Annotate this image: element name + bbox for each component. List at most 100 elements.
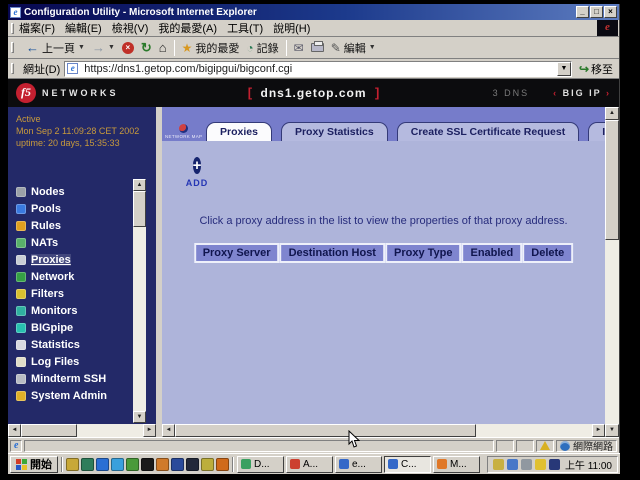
task-button-5[interactable]: M...: [433, 456, 480, 473]
tab-strip: NETWORK MAP Proxies Proxy Statistics Creat…: [162, 107, 605, 141]
scroll-thumb[interactable]: [21, 424, 77, 437]
main-frame: NETWORK MAP Proxies Proxy Statistics Creat…: [156, 107, 605, 437]
quick-launch-icon-8[interactable]: [171, 458, 184, 471]
quick-launch-icon-9[interactable]: [186, 458, 199, 471]
scroll-track[interactable]: [605, 240, 619, 424]
ime-icon[interactable]: [549, 459, 560, 470]
quick-launch-icon-4[interactable]: [111, 458, 124, 471]
start-button[interactable]: 開始: [10, 456, 58, 473]
forward-dropdown-caret[interactable]: ▼: [108, 44, 115, 51]
task-button-1[interactable]: D...: [237, 456, 284, 473]
link-3dns[interactable]: 3 DNS: [493, 88, 530, 98]
scroll-track[interactable]: [476, 424, 592, 437]
volume-icon[interactable]: [493, 459, 504, 470]
f5-logo: f5 NETWORKS: [16, 83, 176, 103]
scroll-thumb[interactable]: [175, 424, 476, 437]
scroll-up-icon[interactable]: ▲: [605, 107, 619, 120]
nodes-icon: [16, 187, 26, 197]
scroll-left-icon[interactable]: ◄: [162, 424, 175, 437]
scroll-right-icon[interactable]: ►: [592, 424, 605, 437]
task-button-2[interactable]: A...: [286, 456, 333, 473]
column-proxy-type: Proxy Type: [385, 243, 462, 263]
tab-proxies[interactable]: Proxies: [206, 122, 272, 141]
add-proxy-button[interactable]: + ADD: [180, 155, 214, 188]
edit-button[interactable]: ✎ 編輯 ▼: [331, 40, 376, 56]
url-text[interactable]: https://dns1.getop.com/bigipgui/bigconf.…: [84, 63, 557, 75]
favorites-button[interactable]: ★ 我的最愛: [182, 40, 240, 56]
taskbar-clock[interactable]: 上午 11:00: [565, 457, 612, 472]
tab-create-ssl-certificate-request[interactable]: Create SSL Certificate Request: [397, 122, 579, 141]
task-icon-1: [241, 459, 251, 469]
address-dropdown-button[interactable]: ▼: [557, 62, 571, 76]
column-delete: Delete: [522, 243, 573, 263]
scroll-thumb[interactable]: [133, 191, 146, 227]
bigpipe-icon: [16, 323, 26, 333]
scroll-down-icon[interactable]: ▼: [133, 411, 146, 423]
title-bar: e Configuration Utility - Microsoft Inte…: [8, 4, 619, 20]
pools-icon: [16, 204, 26, 214]
menu-item-edit[interactable]: 編輯(E): [65, 20, 102, 36]
quick-launch-icon-6[interactable]: [141, 458, 154, 471]
link-bigip[interactable]: ‹ BIG IP ›: [553, 88, 611, 98]
address-grip[interactable]: [11, 63, 14, 74]
menu-item-favorites[interactable]: 我的最愛(A): [158, 20, 217, 36]
address-bar: 網址(D) e https://dns1.getop.com/bigipgui/…: [8, 59, 619, 79]
edit-dropdown-caret[interactable]: ▼: [369, 44, 376, 51]
task-button-3[interactable]: e...: [335, 456, 382, 473]
go-button[interactable]: ↪ 移至: [576, 61, 616, 77]
quick-launch-icon-7[interactable]: [156, 458, 169, 471]
forward-button[interactable]: → ▼: [92, 40, 115, 55]
screen: e Configuration Utility - Microsoft Inte…: [0, 0, 640, 480]
url-page-icon: e: [67, 63, 78, 74]
sidebar-horizontal-scrollbar[interactable]: ◄ ►: [8, 424, 156, 437]
quick-launch-icon-1[interactable]: [66, 458, 79, 471]
task-icon-2: [290, 459, 300, 469]
scroll-track[interactable]: [133, 227, 146, 411]
scroll-thumb[interactable]: [605, 120, 619, 240]
scroll-down-icon[interactable]: ▼: [605, 424, 619, 437]
main-horizontal-scrollbar[interactable]: ◄ ►: [162, 424, 605, 437]
sidebar-vertical-scrollbar[interactable]: ▲ ▼: [133, 179, 146, 423]
menu-item-help[interactable]: 說明(H): [273, 20, 310, 36]
quick-launch-icon-5[interactable]: [126, 458, 139, 471]
display-settings-icon[interactable]: [521, 459, 532, 470]
toolbar-separator-2: [286, 40, 287, 56]
scroll-right-icon[interactable]: ►: [143, 424, 156, 437]
mail-button[interactable]: ✉: [294, 41, 304, 55]
tab-install-ssl-certificate[interactable]: Install SSL Certificate: [588, 122, 605, 141]
quick-launch-icon-10[interactable]: [201, 458, 214, 471]
address-label: 網址(D): [23, 61, 60, 77]
quick-launch-icon-11[interactable]: [216, 458, 229, 471]
stop-button[interactable]: ×: [122, 42, 134, 54]
menu-item-tools[interactable]: 工具(T): [227, 20, 263, 36]
history-button[interactable]: ◔ 記錄: [246, 40, 278, 56]
quick-launch-icon-3[interactable]: [96, 458, 109, 471]
toolbar-grip[interactable]: [11, 42, 14, 53]
tabs: Proxies Proxy Statistics Create SSL Certif…: [206, 122, 605, 141]
network-map-button[interactable]: NETWORK MAP: [165, 124, 201, 139]
task-button-4[interactable]: C...: [384, 456, 431, 473]
menu-grip[interactable]: [11, 23, 14, 34]
scroll-up-icon[interactable]: ▲: [133, 179, 146, 191]
maximize-button[interactable]: □: [590, 6, 603, 18]
minimize-button[interactable]: _: [576, 6, 589, 18]
quick-launch-icon-2[interactable]: [81, 458, 94, 471]
print-button[interactable]: [311, 43, 324, 52]
tab-proxy-statistics[interactable]: Proxy Statistics: [281, 122, 388, 141]
scroll-left-icon[interactable]: ◄: [8, 424, 21, 437]
antivirus-icon[interactable]: [535, 459, 546, 470]
banner-links: 3 DNS ‹ BIG IP ›: [451, 88, 611, 98]
scroll-track[interactable]: [77, 424, 143, 437]
close-button[interactable]: ×: [604, 6, 617, 18]
network-status-icon[interactable]: [507, 459, 518, 470]
status-warning-cell: [536, 440, 554, 452]
home-button[interactable]: ⌂: [159, 40, 167, 55]
back-dropdown-caret[interactable]: ▼: [78, 44, 85, 51]
address-input[interactable]: e https://dns1.getop.com/bigipgui/bigcon…: [64, 61, 572, 77]
menu-item-view[interactable]: 檢視(V): [112, 20, 149, 36]
refresh-button[interactable]: ↻: [141, 40, 152, 56]
menu-item-file[interactable]: 檔案(F): [19, 20, 55, 36]
page-vertical-scrollbar[interactable]: ▲ ▼: [605, 107, 619, 437]
back-button[interactable]: ← 上一頁 ▼: [26, 40, 85, 56]
zone-label: 網際網路: [573, 438, 613, 453]
